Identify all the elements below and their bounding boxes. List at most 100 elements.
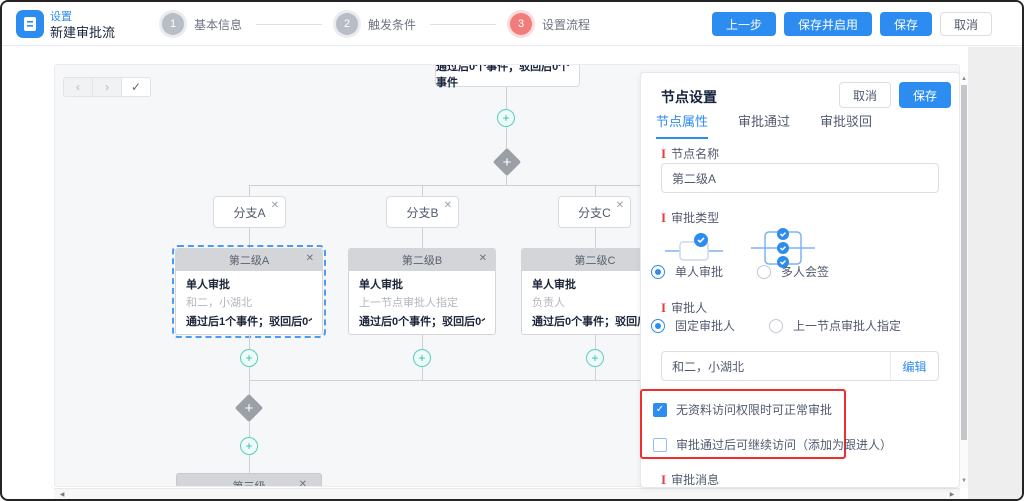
connector <box>595 367 596 380</box>
add-node-button[interactable]: + <box>586 349 604 367</box>
checkbox-row-continue-access: 审批通过后可继续访问（添加为跟进人） <box>653 436 892 453</box>
connector <box>422 228 423 248</box>
edit-approver-button[interactable]: 编辑 <box>890 352 938 380</box>
close-icon[interactable]: ✕ <box>271 201 279 211</box>
redo-button[interactable]: › <box>92 77 122 97</box>
add-node-button[interactable]: + <box>240 349 258 367</box>
branch-node-c[interactable]: 分支C ✕ <box>558 196 631 228</box>
panel-save-button[interactable]: 保存 <box>899 82 951 108</box>
step-connector <box>430 24 496 25</box>
connector <box>249 421 250 437</box>
validate-button[interactable]: ✓ <box>121 77 151 97</box>
close-icon[interactable]: ✕ <box>479 254 487 264</box>
checkbox-label: 无资料访问权限时可正常审批 <box>676 401 832 418</box>
approval-type-label: 审批类型 <box>671 211 719 225</box>
add-node-button[interactable]: + <box>497 109 515 127</box>
node-name-label-row: I 节点名称 <box>661 145 939 163</box>
checkbox-unchecked[interactable] <box>653 438 667 452</box>
radio-previous-node-approver[interactable] <box>769 319 783 333</box>
panel-title: 节点设置 <box>661 87 717 107</box>
scrollbar-thumb[interactable] <box>961 85 967 440</box>
panel-scrollbar[interactable]: ▲ ▼ <box>960 72 968 488</box>
node-settings-panel: 节点设置 取消 保存 节点属性 审批通过 审批驳回 I 节点名称 I 审批类型 <box>640 72 960 488</box>
step-3-label: 设置流程 <box>542 16 590 33</box>
canvas-nav-toolbar: ‹ › ✓ <box>63 77 151 97</box>
branch-node-b[interactable]: 分支B ✕ <box>386 196 459 228</box>
radio-label: 多人会签 <box>781 263 829 280</box>
undo-button[interactable]: ‹ <box>63 77 93 97</box>
close-icon[interactable]: ✕ <box>616 201 624 211</box>
approver-value[interactable]: 和二，小湖北 <box>662 358 890 375</box>
canvas-horizontal-scrollbar[interactable]: ◀ ▶ <box>54 488 960 499</box>
stepper: 1 基本信息 2 触发条件 3 设置流程 <box>162 2 590 46</box>
tab-node-properties[interactable]: 节点属性 <box>656 111 708 139</box>
radio-fixed-approver[interactable] <box>651 319 665 333</box>
step-2-label: 触发条件 <box>368 16 416 33</box>
prev-step-button[interactable]: 上一步 <box>712 12 776 36</box>
save-button[interactable]: 保存 <box>880 12 932 36</box>
add-node-button[interactable]: + <box>240 437 258 455</box>
connector <box>595 335 596 349</box>
step-connector <box>256 24 322 25</box>
required-mark: I <box>661 210 666 225</box>
close-icon[interactable]: ✕ <box>306 254 314 264</box>
radio-label: 固定审批人 <box>675 317 735 334</box>
node-name-label: 节点名称 <box>671 147 719 161</box>
scroll-down-icon[interactable]: ▼ <box>960 476 968 486</box>
connector <box>595 185 596 196</box>
branch-node-a[interactable]: 分支A ✕ <box>213 196 286 228</box>
connector <box>249 367 250 380</box>
approver-label: 审批人 <box>671 301 707 315</box>
connector <box>422 367 423 380</box>
radio-multi-countersign[interactable] <box>757 265 771 279</box>
card-title: 第二级C <box>575 252 616 268</box>
page-title: 新建审批流 <box>50 22 115 41</box>
header-bar: 设置 新建审批流 1 基本信息 2 触发条件 3 设置流程 上一步 保存并启用 … <box>2 2 1022 46</box>
card-header: 第二级B ✕ <box>349 249 495 271</box>
approval-card-a[interactable]: 第二级A ✕ 单人审批 和二，小湖北 通过后1个事件；驳回后0个事件 <box>175 248 323 335</box>
save-and-enable-button[interactable]: 保存并启用 <box>784 12 872 36</box>
card-body: 单人审批 和二，小湖北 通过后1个事件；驳回后0个事件 <box>176 271 322 334</box>
scroll-left-icon[interactable]: ◀ <box>56 489 68 500</box>
card-events: 通过后0个事件；驳回后0个事件 <box>359 313 485 329</box>
connector <box>595 228 596 248</box>
tab-approval-pass[interactable]: 审批通过 <box>738 111 790 139</box>
scroll-right-icon[interactable]: ▶ <box>946 489 958 500</box>
close-icon[interactable]: ✕ <box>444 201 452 211</box>
cancel-button[interactable]: 取消 <box>940 12 992 36</box>
radio-single-approval[interactable] <box>651 265 665 279</box>
connector <box>249 185 250 196</box>
card-header: 第二级A ✕ <box>176 249 322 271</box>
plus-icon: + <box>494 149 520 175</box>
node-name-row <box>661 163 939 193</box>
checkbox-checked[interactable]: ✓ <box>653 403 667 417</box>
upper-node-events[interactable]: 通过后0个事件；驳回后0个事件 <box>435 64 580 87</box>
add-branch-button[interactable]: + <box>236 395 262 421</box>
add-branch-button[interactable]: + <box>494 149 520 175</box>
node-name-input[interactable] <box>661 163 939 193</box>
scroll-up-icon[interactable]: ▲ <box>960 74 968 84</box>
header-actions: 上一步 保存并启用 保存 取消 <box>712 12 992 36</box>
add-node-button[interactable]: + <box>413 349 431 367</box>
required-mark: I <box>661 146 666 161</box>
checkbox-row-no-access: ✓ 无资料访问权限时可正常审批 <box>653 401 832 418</box>
connector <box>422 335 423 349</box>
panel-cancel-button[interactable]: 取消 <box>839 82 891 108</box>
document-icon <box>23 16 37 32</box>
app-window: 设置 新建审批流 1 基本信息 2 触发条件 3 设置流程 上一步 保存并启用 … <box>0 0 1024 501</box>
step-2-circle: 2 <box>336 13 358 35</box>
third-level-node[interactable]: 第三级 ✕ <box>176 473 322 487</box>
step-3-circle: 3 <box>510 13 532 35</box>
connector <box>506 87 507 109</box>
right-gutter <box>968 47 1024 500</box>
connector <box>249 185 653 186</box>
tab-approval-reject[interactable]: 审批驳回 <box>820 111 872 139</box>
branch-label: 分支B <box>406 204 438 221</box>
panel-actions: 取消 保存 <box>839 82 951 108</box>
card-approval-type: 单人审批 <box>186 276 312 292</box>
close-icon[interactable]: ✕ <box>299 480 307 487</box>
branch-label: 分支A <box>233 204 265 221</box>
approval-card-b[interactable]: 第二级B ✕ 单人审批 上一节点审批人指定 通过后0个事件；驳回后0个事件 <box>348 248 496 335</box>
step-1-label: 基本信息 <box>194 16 242 33</box>
approval-type-options: 单人审批 多人会签 <box>651 263 939 280</box>
